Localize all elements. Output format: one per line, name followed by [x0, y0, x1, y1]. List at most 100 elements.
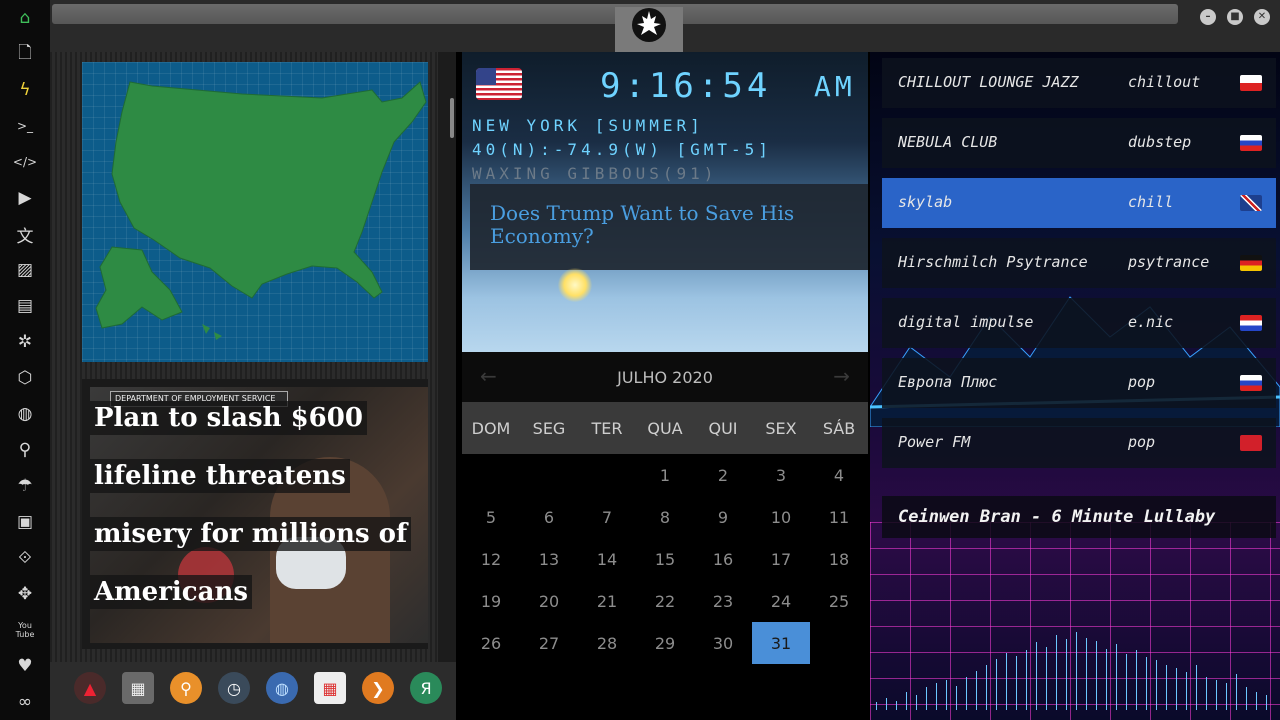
- calendar-day[interactable]: 28: [578, 622, 636, 664]
- calendar-day[interactable]: 10: [752, 496, 810, 538]
- calendar-day[interactable]: 14: [578, 538, 636, 580]
- red-mountain-icon[interactable]: ▲: [74, 672, 106, 704]
- spectrum-bar: [1156, 660, 1157, 710]
- station-row[interactable]: skylab chill: [882, 178, 1276, 228]
- calendar-day[interactable]: 5: [462, 496, 520, 538]
- expand-icon[interactable]: ✥: [13, 582, 37, 606]
- image-icon[interactable]: ▨: [13, 258, 37, 282]
- calendar-day[interactable]: 19: [462, 580, 520, 622]
- magnifier-icon[interactable]: ⚲: [170, 672, 202, 704]
- calendar-day[interactable]: 6: [520, 496, 578, 538]
- spectrum-bar: [956, 686, 957, 710]
- translate-icon[interactable]: 文: [13, 222, 37, 247]
- hexagon-icon[interactable]: ⬡: [13, 366, 37, 390]
- calendar-day[interactable]: 4: [810, 454, 868, 496]
- minimize-button[interactable]: –: [1200, 9, 1216, 25]
- station-name: Power FM: [898, 433, 971, 451]
- weekday-label: SÁB: [822, 418, 856, 438]
- calendar-day[interactable]: 17: [752, 538, 810, 580]
- calendar-day[interactable]: 25: [810, 580, 868, 622]
- calendar-day[interactable]: 22: [636, 580, 694, 622]
- code-icon[interactable]: </>: [13, 150, 37, 174]
- calendar-month-label: JULHO 2020: [617, 367, 713, 387]
- umbrella-icon[interactable]: ☂: [13, 474, 37, 498]
- poland-flag-icon: [1240, 75, 1262, 91]
- calendar-day[interactable]: 1: [636, 454, 694, 496]
- headline-card-text: Does Trump Want to Save His Economy?: [490, 201, 795, 248]
- radio-player: CHILLOUT LOUNGE JAZZ chillout NEBULA CLUB d…: [870, 52, 1280, 720]
- station-row[interactable]: NEBULA CLUB dubstep: [882, 118, 1276, 168]
- search-icon[interactable]: ⚲: [13, 438, 37, 462]
- calendar-day[interactable]: 15: [636, 538, 694, 580]
- news-headline-line-1: Plan to slash $600: [90, 401, 367, 435]
- scrollbar-thumb[interactable]: [450, 98, 454, 138]
- calendar-day[interactable]: 24: [752, 580, 810, 622]
- headline-card[interactable]: Does Trump Want to Save His Economy?: [470, 184, 868, 270]
- calendar-day[interactable]: 13: [520, 538, 578, 580]
- spectrum-bar: [1166, 665, 1167, 710]
- spectrum-bar: [1206, 677, 1207, 710]
- us-map[interactable]: [82, 62, 428, 362]
- calendar-day[interactable]: 3: [752, 454, 810, 496]
- news-icon[interactable]: ▤: [13, 294, 37, 318]
- calendar-day[interactable]: 18: [810, 538, 868, 580]
- globe-icon[interactable]: ◍: [266, 672, 298, 704]
- spectrum-bar: [1106, 649, 1107, 710]
- contact-card-icon[interactable]: ▣: [13, 510, 37, 534]
- play-icon[interactable]: ▶: [13, 186, 37, 210]
- spectrum-bar: [1246, 687, 1247, 710]
- calendar-day-selected[interactable]: 31: [752, 622, 810, 664]
- app-dock: ▲ ▦ ⚲ ◷ ◍ ▦ ❯ Я: [50, 662, 456, 720]
- station-row[interactable]: digital impulse e.nic: [882, 298, 1276, 348]
- yandex-icon[interactable]: Я: [410, 672, 442, 704]
- calendar-day[interactable]: 30: [694, 622, 752, 664]
- calendar-day[interactable]: 29: [636, 622, 694, 664]
- infinity-icon[interactable]: ∞: [13, 690, 37, 714]
- calendar-day[interactable]: 23: [694, 580, 752, 622]
- station-row[interactable]: CHILLOUT LOUNGE JAZZ chillout: [882, 58, 1276, 108]
- calendar-day[interactable]: 16: [694, 538, 752, 580]
- calendar-day[interactable]: 8: [636, 496, 694, 538]
- terminal-icon[interactable]: >_: [13, 114, 37, 138]
- calendar-list-icon[interactable]: ▦: [122, 672, 154, 704]
- heart-icon[interactable]: ♥: [13, 654, 37, 678]
- calendar-day[interactable]: 12: [462, 538, 520, 580]
- home-icon[interactable]: ⌂: [13, 6, 37, 30]
- maximize-button[interactable]: ■: [1227, 9, 1243, 25]
- station-row[interactable]: Hirschmilch Psytrance psytrance: [882, 238, 1276, 288]
- news-card[interactable]: DEPARTMENT OF EMPLOYMENT SERVICE Plan to…: [82, 379, 428, 649]
- weekday-label: DOM: [471, 418, 511, 438]
- next-month-arrow-icon[interactable]: →: [833, 364, 850, 388]
- arrow-right-icon[interactable]: ❯: [362, 672, 394, 704]
- russia-flag-icon: [1240, 375, 1262, 391]
- calendar-blank-cell: [578, 454, 636, 496]
- world-clock: 9:16:54 AM NEW YORK [SUMMER] 40(N):-74.9…: [462, 52, 868, 352]
- station-row[interactable]: Power FM pop: [882, 418, 1276, 468]
- station-row[interactable]: Европа Плюс pop: [882, 358, 1276, 408]
- close-button[interactable]: ✕: [1254, 9, 1270, 25]
- calendar-day[interactable]: 27: [520, 622, 578, 664]
- calendar-day[interactable]: 2: [694, 454, 752, 496]
- calendar-day[interactable]: 20: [520, 580, 578, 622]
- document-icon[interactable]: 🗋: [13, 42, 37, 66]
- prev-month-arrow-icon[interactable]: ←: [480, 364, 497, 388]
- spectrum-bar: [1136, 650, 1137, 710]
- clock-icon[interactable]: ◷: [218, 672, 250, 704]
- station-name: NEBULA CLUB: [898, 133, 998, 151]
- calendar-clock-icon[interactable]: ▦: [314, 672, 346, 704]
- calendar-day[interactable]: 11: [810, 496, 868, 538]
- calendar-day[interactable]: 26: [462, 622, 520, 664]
- now-playing-title: Ceinwen Bran - 6 Minute Lullaby: [898, 507, 1216, 527]
- station-name: digital impulse: [898, 313, 1034, 331]
- lightning-icon[interactable]: ϟ: [13, 78, 37, 102]
- calendar-day[interactable]: 9: [694, 496, 752, 538]
- youtube-icon[interactable]: You Tube: [13, 618, 37, 642]
- spectrum-bar: [1096, 641, 1097, 710]
- globe-icon[interactable]: ◍: [13, 402, 37, 426]
- link-icon[interactable]: ⟐: [13, 546, 37, 570]
- station-name: skylab: [898, 193, 953, 211]
- rebel-alliance-icon[interactable]: ✲: [13, 330, 37, 354]
- station-genre: dubstep: [1128, 133, 1192, 151]
- calendar-day[interactable]: 21: [578, 580, 636, 622]
- calendar-day[interactable]: 7: [578, 496, 636, 538]
